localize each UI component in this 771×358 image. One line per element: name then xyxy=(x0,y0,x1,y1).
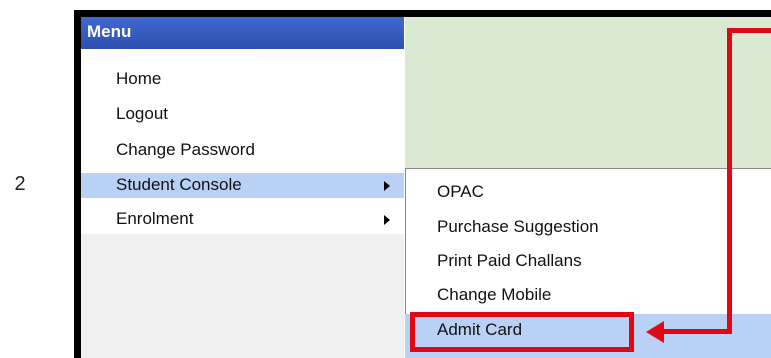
submenu-item-print-paid-challans[interactable]: Print Paid Challans xyxy=(405,245,771,277)
submenu-item-change-mobile[interactable]: Change Mobile xyxy=(405,279,771,311)
submenu-item-label: Change Mobile xyxy=(437,285,552,304)
menu-item-enrolment[interactable]: Enrolment xyxy=(81,207,404,232)
annotation-line-bottom xyxy=(660,329,732,334)
menu-item-logout[interactable]: Logout xyxy=(81,102,404,127)
menu-title: Menu xyxy=(87,22,132,41)
submenu-item-purchase-suggestion[interactable]: Purchase Suggestion xyxy=(405,211,771,243)
menu-item-label: Student Console xyxy=(116,175,242,194)
submenu-arrow-icon xyxy=(384,215,390,225)
menu-item-student-console[interactable]: Student Console xyxy=(81,173,404,198)
menu-empty-area xyxy=(81,234,404,358)
submenu-item-label: Print Paid Challans xyxy=(437,251,582,270)
annotation-line-vertical xyxy=(727,28,732,334)
menu-item-label: Enrolment xyxy=(116,209,194,228)
submenu-arrow-icon xyxy=(384,181,390,191)
menu-item-home[interactable]: Home xyxy=(81,67,404,92)
annotation-arrow-icon xyxy=(646,321,664,343)
submenu-item-label: Purchase Suggestion xyxy=(437,217,599,236)
menu-item-label: Home xyxy=(116,69,162,88)
menu-item-label: Change Password xyxy=(116,140,255,159)
submenu-item-label: OPAC xyxy=(437,182,484,201)
menu-item-label: Logout xyxy=(116,104,168,123)
menu-item-change-password[interactable]: Change Password xyxy=(81,138,404,163)
step-number: 2 xyxy=(14,173,26,195)
submenu-item-opac[interactable]: OPAC xyxy=(405,176,771,208)
content-area xyxy=(405,17,771,168)
annotation-highlight-box xyxy=(410,312,634,352)
annotation-line-top xyxy=(727,28,771,33)
